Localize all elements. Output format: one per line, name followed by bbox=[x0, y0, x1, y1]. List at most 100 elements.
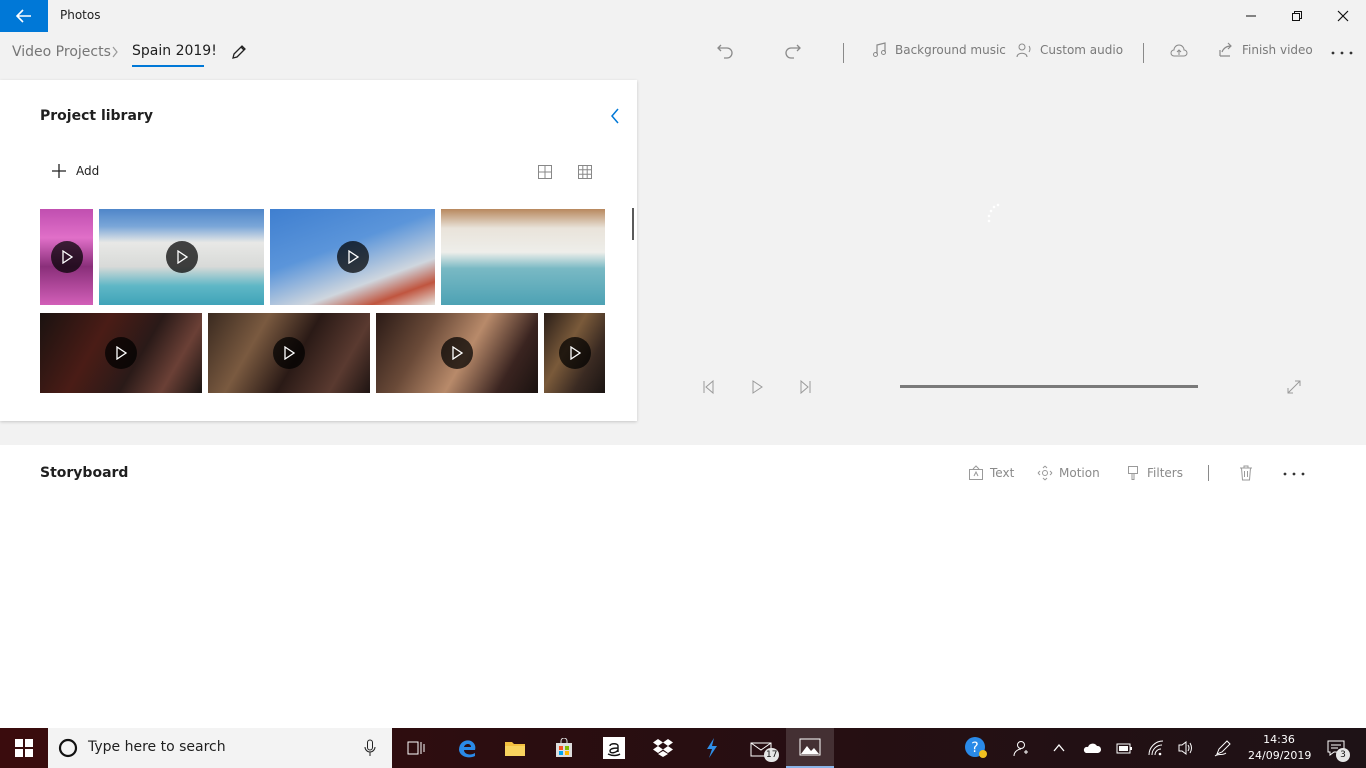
previous-frame-button[interactable] bbox=[702, 379, 716, 399]
pen-workspace-button[interactable] bbox=[1210, 728, 1236, 768]
close-button[interactable] bbox=[1320, 0, 1366, 32]
battery-tray-button[interactable] bbox=[1112, 728, 1136, 768]
ellipsis-icon bbox=[1331, 51, 1353, 55]
clock-time: 14:36 bbox=[1263, 733, 1295, 746]
storyboard-panel: Storyboard Text Motion Filters bbox=[0, 445, 1366, 728]
play-icon bbox=[558, 337, 591, 369]
video-thumbnail[interactable] bbox=[376, 313, 538, 393]
windows-logo-icon bbox=[15, 739, 33, 757]
cortana-circle-icon bbox=[58, 738, 78, 758]
custom-audio-button[interactable]: Custom audio bbox=[1016, 42, 1123, 58]
storyboard-more-button[interactable] bbox=[1282, 466, 1306, 485]
folder-icon bbox=[505, 742, 525, 756]
playback-progress-bar[interactable] bbox=[900, 385, 1198, 388]
background-music-button[interactable]: Background music bbox=[871, 42, 1006, 58]
play-icon bbox=[105, 337, 137, 369]
finish-video-button[interactable]: Finish video bbox=[1218, 42, 1313, 58]
people-tray-button[interactable] bbox=[1008, 728, 1032, 768]
rename-pencil-icon[interactable] bbox=[230, 43, 248, 65]
store-button[interactable] bbox=[540, 728, 588, 768]
onedrive-cloud-icon bbox=[1083, 743, 1102, 753]
show-hidden-icons-button[interactable] bbox=[1048, 728, 1070, 768]
library-scrollbar[interactable] bbox=[632, 208, 634, 240]
file-explorer-button[interactable] bbox=[491, 728, 539, 768]
collapse-library-button[interactable] bbox=[608, 106, 622, 130]
chevron-left-icon bbox=[611, 108, 619, 124]
video-thumbnail[interactable] bbox=[544, 313, 605, 393]
small-grid-view-button[interactable] bbox=[577, 164, 593, 184]
next-frame-button[interactable] bbox=[798, 379, 812, 399]
filters-button[interactable]: Filters bbox=[1125, 465, 1183, 481]
video-thumbnail[interactable] bbox=[441, 209, 605, 305]
app-lightning-button[interactable] bbox=[688, 728, 736, 768]
svg-text:?: ? bbox=[971, 740, 978, 756]
storyboard-title: Storyboard bbox=[40, 465, 129, 481]
taskbar-search-box[interactable]: Type here to search bbox=[48, 728, 392, 768]
clock-date: 24/09/2019 bbox=[1248, 749, 1312, 762]
battery-plug-icon bbox=[1116, 743, 1132, 754]
text-button[interactable]: Text bbox=[968, 465, 1014, 481]
breadcrumb-video-projects[interactable]: Video Projects bbox=[12, 44, 111, 60]
action-center-button[interactable]: 3 bbox=[1318, 728, 1354, 768]
video-thumbnail[interactable] bbox=[270, 209, 435, 305]
dropbox-icon bbox=[653, 739, 673, 757]
restore-button[interactable] bbox=[1274, 0, 1320, 32]
edge-icon bbox=[459, 740, 476, 758]
help-question-icon: ? bbox=[965, 737, 987, 758]
mail-count-badge: 17 bbox=[764, 748, 780, 762]
amazon-button[interactable] bbox=[590, 728, 638, 768]
large-grid-view-button[interactable] bbox=[537, 164, 553, 184]
taskbar: Type here to search 17 ? 14:36 24/09/201… bbox=[0, 728, 1366, 768]
video-thumbnail[interactable] bbox=[40, 313, 202, 393]
onedrive-tray-button[interactable] bbox=[1080, 728, 1104, 768]
close-icon bbox=[1337, 10, 1349, 22]
redo-button[interactable] bbox=[784, 42, 802, 64]
notifications-count-badge: 3 bbox=[1336, 748, 1350, 762]
motion-icon bbox=[1037, 465, 1053, 481]
toolbar-divider bbox=[843, 43, 844, 63]
chevron-up-icon bbox=[1053, 743, 1065, 752]
expand-icon bbox=[1287, 380, 1301, 394]
music-note-icon bbox=[873, 42, 886, 57]
motion-button[interactable]: Motion bbox=[1037, 465, 1100, 481]
edge-browser-button[interactable] bbox=[443, 728, 491, 768]
more-options-button[interactable] bbox=[1330, 45, 1354, 64]
video-thumbnail[interactable] bbox=[99, 209, 264, 305]
system-clock[interactable]: 14:36 24/09/2019 bbox=[1248, 732, 1312, 764]
add-media-button[interactable]: Add bbox=[50, 162, 99, 180]
text-icon bbox=[969, 465, 983, 480]
title-bar: Photos bbox=[0, 0, 1366, 32]
undo-button[interactable] bbox=[716, 42, 734, 64]
photos-app-button[interactable] bbox=[786, 728, 834, 768]
minimize-icon bbox=[1246, 15, 1256, 17]
step-back-icon bbox=[703, 379, 714, 395]
play-icon bbox=[441, 337, 473, 369]
minimize-button[interactable] bbox=[1228, 0, 1274, 32]
person-audio-icon bbox=[1016, 43, 1031, 58]
upload-cloud-button[interactable] bbox=[1170, 43, 1188, 63]
wifi-tray-button[interactable] bbox=[1144, 728, 1168, 768]
back-button[interactable] bbox=[0, 0, 48, 32]
play-button[interactable] bbox=[750, 379, 764, 399]
fullscreen-button[interactable] bbox=[1286, 379, 1302, 399]
start-button[interactable] bbox=[0, 728, 48, 768]
grid-large-icon bbox=[538, 165, 552, 179]
loading-spinner-icon bbox=[984, 202, 1004, 230]
video-thumbnail[interactable] bbox=[208, 313, 370, 393]
task-view-button[interactable] bbox=[392, 728, 440, 768]
help-tray-button[interactable]: ? bbox=[962, 728, 990, 768]
ellipsis-icon bbox=[1283, 472, 1305, 476]
delete-button[interactable] bbox=[1238, 464, 1254, 486]
task-view-icon bbox=[407, 741, 425, 755]
volume-tray-button[interactable] bbox=[1174, 728, 1198, 768]
play-icon bbox=[752, 380, 763, 394]
dropbox-button[interactable] bbox=[639, 728, 687, 768]
cloud-upload-icon bbox=[1170, 44, 1188, 57]
video-thumbnail[interactable] bbox=[40, 209, 93, 305]
store-bag-icon bbox=[556, 738, 572, 757]
share-export-icon bbox=[1219, 42, 1232, 57]
play-icon bbox=[50, 241, 83, 273]
play-icon bbox=[273, 337, 305, 369]
mail-button[interactable]: 17 bbox=[738, 728, 786, 768]
project-library-panel: Project library Add bbox=[0, 80, 637, 421]
